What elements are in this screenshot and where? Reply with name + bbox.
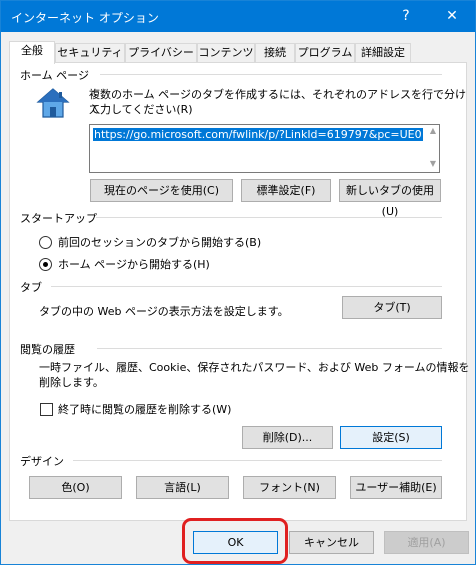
colors-button[interactable]: 色(O) — [29, 476, 122, 499]
home-page-url-value: https://go.microsoft.com/fwlink/p/?LinkI… — [93, 128, 423, 141]
startup-last-session-radio[interactable] — [39, 236, 52, 249]
tab-programs[interactable]: プログラム — [295, 43, 355, 63]
tab-advanced[interactable]: 詳細設定 — [355, 43, 411, 63]
startup-home-page-label[interactable]: ホーム ページから開始する(H) — [58, 257, 210, 272]
delete-history-on-exit-label[interactable]: 終了時に閲覧の履歴を削除する(W) — [58, 402, 231, 417]
startup-last-session-label[interactable]: 前回のセッションのタブから開始する(B) — [58, 235, 261, 250]
ok-highlight-annotation — [182, 518, 288, 564]
history-description-line1: 一時ファイル、履歴、Cookie、保存されたパスワード、および Web フォーム… — [39, 361, 470, 374]
title-bar: インターネット オプション ? ✕ — [1, 1, 475, 32]
cancel-button[interactable]: キャンセル — [289, 531, 374, 554]
tab-connections[interactable]: 接続 — [255, 43, 295, 63]
scroll-up-icon[interactable]: ▲ — [427, 126, 439, 135]
accessibility-button[interactable]: ユーザー補助(E) — [350, 476, 442, 499]
tab-bar: 全般 セキュリティ プライバシー コンテンツ 接続 プログラム 詳細設定 — [9, 41, 467, 64]
startup-group-title: スタートアップ — [20, 212, 97, 225]
startup-home-page-radio[interactable] — [39, 258, 52, 271]
tabs-settings-button[interactable]: タブ(T) — [342, 296, 442, 319]
window-title: インターネット オプション — [11, 11, 159, 25]
home-group-divider — [100, 74, 442, 75]
history-description-line2: 削除します。 — [39, 376, 104, 389]
fonts-button[interactable]: フォント(N) — [243, 476, 336, 499]
delete-history-on-exit-checkbox[interactable] — [40, 403, 53, 416]
close-button[interactable]: ✕ — [429, 1, 475, 32]
startup-group-divider — [96, 217, 442, 218]
design-group-title: デザイン — [20, 455, 64, 468]
tabs-group-divider — [51, 286, 442, 287]
tab-content[interactable]: コンテンツ — [197, 43, 255, 63]
scroll-down-icon[interactable]: ▼ — [427, 159, 439, 168]
tab-privacy[interactable]: プライバシー — [125, 43, 197, 63]
history-group-divider — [97, 348, 442, 349]
use-current-button[interactable]: 現在のページを使用(C) — [90, 179, 233, 202]
house-icon — [36, 88, 70, 118]
use-new-tab-button[interactable]: 新しいタブの使用(U) — [339, 179, 441, 218]
apply-button[interactable]: 適用(A) — [384, 531, 469, 554]
tabs-description: タブの中の Web ページの表示方法を設定します。 — [39, 305, 289, 318]
tab-general[interactable]: 全般 — [9, 41, 55, 64]
history-group-title: 閲覧の履歴 — [20, 343, 75, 356]
languages-button[interactable]: 言語(L) — [136, 476, 229, 499]
tab-security[interactable]: セキュリティ — [55, 43, 125, 63]
tabs-group-title: タブ — [20, 281, 42, 294]
home-page-url-textarea[interactable]: https://go.microsoft.com/fwlink/p/?LinkI… — [89, 124, 440, 173]
use-default-button[interactable]: 標準設定(F) — [241, 179, 331, 202]
history-settings-button[interactable]: 設定(S) — [340, 426, 442, 449]
home-description-line2: 入力してください(R) — [89, 103, 193, 116]
internet-options-dialog: インターネット オプション ? ✕ 全般 セキュリティ プライバシー コンテンツ… — [0, 0, 476, 565]
design-group-divider — [73, 460, 442, 461]
home-group-title: ホーム ページ — [20, 69, 89, 82]
help-button[interactable]: ? — [383, 1, 429, 32]
delete-history-button[interactable]: 削除(D)... — [242, 426, 333, 449]
